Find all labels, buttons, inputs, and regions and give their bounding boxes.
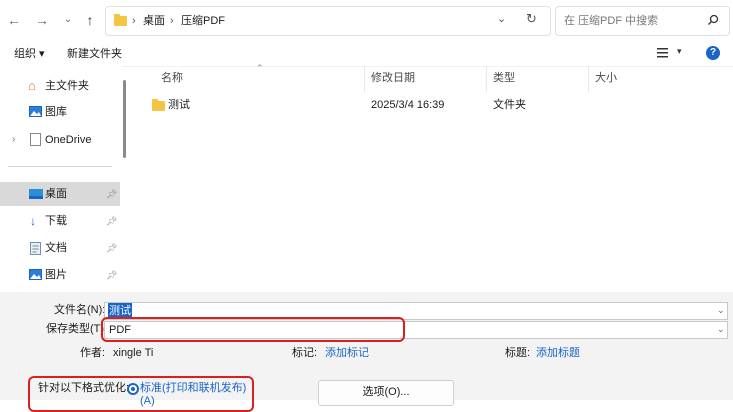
- forward-arrow-icon[interactable]: →: [34, 11, 50, 29]
- folder-icon: [152, 99, 165, 111]
- nav-scrollbar[interactable]: [123, 80, 126, 158]
- sidebar-item-label: 主文件夹: [45, 80, 89, 92]
- add-title-link[interactable]: 添加标题: [536, 346, 580, 360]
- column-header-name[interactable]: 名称: [161, 71, 183, 85]
- refresh-icon[interactable]: ↻: [526, 11, 537, 27]
- radio-selected-icon[interactable]: [127, 383, 139, 395]
- highlight-box: [101, 317, 405, 342]
- options-button[interactable]: 选项(O)...: [318, 380, 454, 406]
- sidebar-item-label: 图库: [45, 106, 67, 118]
- view-options-chevron-icon[interactable]: ▾: [677, 46, 682, 57]
- sidebar-item-label: 下载: [45, 215, 67, 227]
- tags-label: 标记:: [292, 347, 318, 359]
- sidebar-item-label: 桌面: [45, 188, 67, 200]
- savetype-dropdown-chevron-icon[interactable]: ⌄: [717, 324, 725, 335]
- sort-ascending-icon: ⌃: [256, 63, 264, 73]
- title-label: 标题:: [505, 347, 531, 359]
- address-dropdown-chevron-icon[interactable]: ⌄: [497, 12, 506, 25]
- sidebar-item-home[interactable]: ⌂ 主文件夹: [0, 74, 120, 98]
- sidebar-item-label: OneDrive: [45, 134, 92, 146]
- nav-divider: [8, 166, 112, 167]
- pin-icon[interactable]: 📌︎: [106, 263, 117, 287]
- table-row[interactable]: 测试 2025/3/4 16:39 文件夹: [130, 94, 730, 116]
- breadcrumb-separator-icon: ›: [132, 15, 136, 27]
- desktop-icon: [29, 189, 43, 199]
- sidebar-item-onedrive[interactable]: › OneDrive: [0, 128, 120, 152]
- optimize-label: 针对以下格式优化:: [38, 382, 130, 394]
- optimize-standard-option[interactable]: 标准(打印和联机发布): [140, 381, 246, 395]
- file-name: 测试: [168, 99, 190, 111]
- document-icon: [30, 242, 41, 255]
- search-box[interactable]: [555, 6, 730, 36]
- column-header-type[interactable]: 类型: [493, 71, 515, 85]
- sidebar-item-documents[interactable]: 文档 📌︎: [0, 236, 120, 260]
- column-divider[interactable]: [486, 66, 487, 92]
- up-arrow-icon[interactable]: ↑: [82, 11, 98, 29]
- column-header-size[interactable]: 大小: [595, 71, 617, 85]
- organize-menu[interactable]: 组织 ▾: [14, 47, 45, 61]
- author-value[interactable]: xingle Ti: [113, 345, 153, 361]
- pictures-icon: [29, 269, 42, 280]
- help-icon[interactable]: ?: [706, 46, 720, 60]
- new-folder-button[interactable]: 新建文件夹: [67, 47, 122, 61]
- sidebar-item-label: 文档: [45, 242, 67, 254]
- column-divider[interactable]: [588, 66, 589, 92]
- optimize-standard-option-tail[interactable]: (A): [140, 394, 155, 408]
- breadcrumb-current[interactable]: 压缩PDF: [181, 13, 225, 29]
- pin-icon[interactable]: 📌︎: [106, 182, 117, 206]
- view-list-icon[interactable]: [657, 48, 669, 58]
- gallery-icon: [29, 106, 42, 117]
- breadcrumb-separator-icon: ›: [170, 15, 174, 27]
- expand-chevron-icon[interactable]: ›: [12, 128, 15, 152]
- sidebar-item-label: 图片: [45, 269, 67, 281]
- pin-icon[interactable]: 📌︎: [106, 209, 117, 233]
- onedrive-icon: [30, 133, 41, 146]
- add-tags-link[interactable]: 添加标记: [325, 346, 369, 360]
- author-label: 作者:: [80, 347, 106, 359]
- sidebar-item-downloads[interactable]: ↓ 下载 📌︎: [0, 209, 120, 233]
- filename-dropdown-chevron-icon[interactable]: ⌄: [717, 305, 725, 316]
- recent-locations-chevron-icon[interactable]: ⌄: [60, 11, 76, 29]
- sidebar-item-gallery[interactable]: 图库: [0, 100, 120, 124]
- column-divider[interactable]: [364, 66, 365, 92]
- pin-icon[interactable]: 📌︎: [106, 236, 117, 260]
- column-header-date[interactable]: 修改日期: [371, 71, 415, 85]
- file-type: 文件夹: [493, 99, 526, 111]
- back-arrow-icon[interactable]: ←: [6, 11, 22, 29]
- file-date: 2025/3/4 16:39: [371, 99, 445, 111]
- sidebar-item-pictures[interactable]: 图片 📌︎: [0, 263, 120, 287]
- search-input[interactable]: [562, 12, 706, 30]
- home-icon: ⌂: [28, 78, 36, 93]
- breadcrumb-desktop[interactable]: 桌面: [143, 13, 165, 29]
- savetype-label: 保存类型(T):: [46, 323, 108, 335]
- address-bar[interactable]: › 桌面 › 压缩PDF ⌄ ↻: [105, 6, 551, 36]
- download-icon: ↓: [30, 214, 36, 228]
- filename-label: 文件名(N):: [54, 304, 106, 316]
- folder-icon: [114, 14, 127, 26]
- search-icon: [708, 14, 719, 25]
- sidebar-item-desktop[interactable]: 桌面 📌︎: [0, 182, 120, 206]
